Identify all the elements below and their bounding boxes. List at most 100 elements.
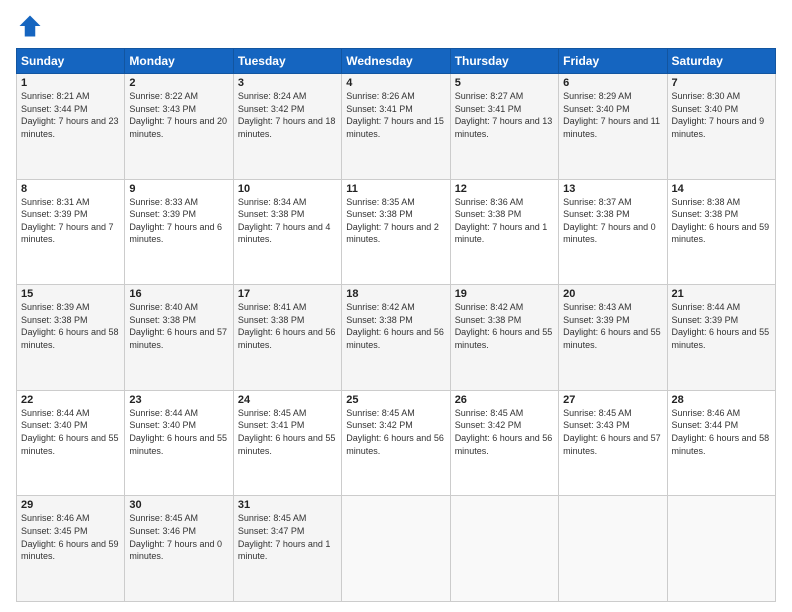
day-number: 11 bbox=[346, 183, 445, 195]
day-info: Sunrise: 8:22 AMSunset: 3:43 PMDaylight:… bbox=[129, 90, 228, 140]
day-number: 23 bbox=[129, 394, 228, 406]
day-info: Sunrise: 8:39 AMSunset: 3:38 PMDaylight:… bbox=[21, 301, 120, 351]
day-number: 13 bbox=[563, 183, 662, 195]
day-info: Sunrise: 8:45 AMSunset: 3:42 PMDaylight:… bbox=[346, 407, 445, 457]
week-row-2: 8Sunrise: 8:31 AMSunset: 3:39 PMDaylight… bbox=[17, 179, 776, 285]
day-number: 16 bbox=[129, 288, 228, 300]
day-number: 26 bbox=[455, 394, 554, 406]
day-header-monday: Monday bbox=[125, 49, 233, 74]
day-info: Sunrise: 8:45 AMSunset: 3:43 PMDaylight:… bbox=[563, 407, 662, 457]
day-info: Sunrise: 8:37 AMSunset: 3:38 PMDaylight:… bbox=[563, 196, 662, 246]
day-info: Sunrise: 8:21 AMSunset: 3:44 PMDaylight:… bbox=[21, 90, 120, 140]
day-number: 22 bbox=[21, 394, 120, 406]
day-cell: 4Sunrise: 8:26 AMSunset: 3:41 PMDaylight… bbox=[342, 74, 450, 180]
day-number: 27 bbox=[563, 394, 662, 406]
day-cell: 28Sunrise: 8:46 AMSunset: 3:44 PMDayligh… bbox=[667, 390, 775, 496]
day-info: Sunrise: 8:45 AMSunset: 3:46 PMDaylight:… bbox=[129, 512, 228, 562]
day-number: 12 bbox=[455, 183, 554, 195]
day-info: Sunrise: 8:45 AMSunset: 3:41 PMDaylight:… bbox=[238, 407, 337, 457]
day-number: 17 bbox=[238, 288, 337, 300]
day-cell: 31Sunrise: 8:45 AMSunset: 3:47 PMDayligh… bbox=[233, 496, 341, 602]
day-header-saturday: Saturday bbox=[667, 49, 775, 74]
day-cell: 18Sunrise: 8:42 AMSunset: 3:38 PMDayligh… bbox=[342, 285, 450, 391]
day-cell: 26Sunrise: 8:45 AMSunset: 3:42 PMDayligh… bbox=[450, 390, 558, 496]
day-number: 24 bbox=[238, 394, 337, 406]
day-cell: 25Sunrise: 8:45 AMSunset: 3:42 PMDayligh… bbox=[342, 390, 450, 496]
day-info: Sunrise: 8:40 AMSunset: 3:38 PMDaylight:… bbox=[129, 301, 228, 351]
day-info: Sunrise: 8:46 AMSunset: 3:45 PMDaylight:… bbox=[21, 512, 120, 562]
day-info: Sunrise: 8:44 AMSunset: 3:39 PMDaylight:… bbox=[672, 301, 771, 351]
day-cell: 8Sunrise: 8:31 AMSunset: 3:39 PMDaylight… bbox=[17, 179, 125, 285]
calendar-table: SundayMondayTuesdayWednesdayThursdayFrid… bbox=[16, 48, 776, 602]
day-header-tuesday: Tuesday bbox=[233, 49, 341, 74]
day-cell: 10Sunrise: 8:34 AMSunset: 3:38 PMDayligh… bbox=[233, 179, 341, 285]
day-number: 21 bbox=[672, 288, 771, 300]
day-number: 9 bbox=[129, 183, 228, 195]
day-cell: 7Sunrise: 8:30 AMSunset: 3:40 PMDaylight… bbox=[667, 74, 775, 180]
day-info: Sunrise: 8:46 AMSunset: 3:44 PMDaylight:… bbox=[672, 407, 771, 457]
day-info: Sunrise: 8:34 AMSunset: 3:38 PMDaylight:… bbox=[238, 196, 337, 246]
day-number: 18 bbox=[346, 288, 445, 300]
logo bbox=[16, 12, 48, 40]
calendar-header-row: SundayMondayTuesdayWednesdayThursdayFrid… bbox=[17, 49, 776, 74]
day-cell: 19Sunrise: 8:42 AMSunset: 3:38 PMDayligh… bbox=[450, 285, 558, 391]
day-cell: 23Sunrise: 8:44 AMSunset: 3:40 PMDayligh… bbox=[125, 390, 233, 496]
day-number: 20 bbox=[563, 288, 662, 300]
page: SundayMondayTuesdayWednesdayThursdayFrid… bbox=[0, 0, 792, 612]
day-cell: 27Sunrise: 8:45 AMSunset: 3:43 PMDayligh… bbox=[559, 390, 667, 496]
day-info: Sunrise: 8:44 AMSunset: 3:40 PMDaylight:… bbox=[21, 407, 120, 457]
day-cell: 9Sunrise: 8:33 AMSunset: 3:39 PMDaylight… bbox=[125, 179, 233, 285]
day-cell bbox=[342, 496, 450, 602]
day-info: Sunrise: 8:43 AMSunset: 3:39 PMDaylight:… bbox=[563, 301, 662, 351]
day-cell: 21Sunrise: 8:44 AMSunset: 3:39 PMDayligh… bbox=[667, 285, 775, 391]
logo-icon bbox=[16, 12, 44, 40]
day-number: 8 bbox=[21, 183, 120, 195]
day-cell: 22Sunrise: 8:44 AMSunset: 3:40 PMDayligh… bbox=[17, 390, 125, 496]
day-info: Sunrise: 8:41 AMSunset: 3:38 PMDaylight:… bbox=[238, 301, 337, 351]
day-cell: 13Sunrise: 8:37 AMSunset: 3:38 PMDayligh… bbox=[559, 179, 667, 285]
day-number: 29 bbox=[21, 499, 120, 511]
week-row-5: 29Sunrise: 8:46 AMSunset: 3:45 PMDayligh… bbox=[17, 496, 776, 602]
week-row-3: 15Sunrise: 8:39 AMSunset: 3:38 PMDayligh… bbox=[17, 285, 776, 391]
day-number: 31 bbox=[238, 499, 337, 511]
day-info: Sunrise: 8:44 AMSunset: 3:40 PMDaylight:… bbox=[129, 407, 228, 457]
day-number: 5 bbox=[455, 77, 554, 89]
day-cell: 15Sunrise: 8:39 AMSunset: 3:38 PMDayligh… bbox=[17, 285, 125, 391]
day-cell: 2Sunrise: 8:22 AMSunset: 3:43 PMDaylight… bbox=[125, 74, 233, 180]
day-cell bbox=[559, 496, 667, 602]
day-cell: 14Sunrise: 8:38 AMSunset: 3:38 PMDayligh… bbox=[667, 179, 775, 285]
day-number: 19 bbox=[455, 288, 554, 300]
day-cell: 6Sunrise: 8:29 AMSunset: 3:40 PMDaylight… bbox=[559, 74, 667, 180]
day-number: 14 bbox=[672, 183, 771, 195]
day-cell: 11Sunrise: 8:35 AMSunset: 3:38 PMDayligh… bbox=[342, 179, 450, 285]
day-cell bbox=[667, 496, 775, 602]
day-cell bbox=[450, 496, 558, 602]
day-number: 4 bbox=[346, 77, 445, 89]
day-info: Sunrise: 8:42 AMSunset: 3:38 PMDaylight:… bbox=[455, 301, 554, 351]
header bbox=[16, 12, 776, 40]
day-header-sunday: Sunday bbox=[17, 49, 125, 74]
day-number: 6 bbox=[563, 77, 662, 89]
day-info: Sunrise: 8:35 AMSunset: 3:38 PMDaylight:… bbox=[346, 196, 445, 246]
day-cell: 17Sunrise: 8:41 AMSunset: 3:38 PMDayligh… bbox=[233, 285, 341, 391]
day-cell: 20Sunrise: 8:43 AMSunset: 3:39 PMDayligh… bbox=[559, 285, 667, 391]
day-info: Sunrise: 8:26 AMSunset: 3:41 PMDaylight:… bbox=[346, 90, 445, 140]
day-info: Sunrise: 8:33 AMSunset: 3:39 PMDaylight:… bbox=[129, 196, 228, 246]
day-number: 2 bbox=[129, 77, 228, 89]
week-row-4: 22Sunrise: 8:44 AMSunset: 3:40 PMDayligh… bbox=[17, 390, 776, 496]
day-cell: 29Sunrise: 8:46 AMSunset: 3:45 PMDayligh… bbox=[17, 496, 125, 602]
day-info: Sunrise: 8:45 AMSunset: 3:47 PMDaylight:… bbox=[238, 512, 337, 562]
day-number: 3 bbox=[238, 77, 337, 89]
day-info: Sunrise: 8:27 AMSunset: 3:41 PMDaylight:… bbox=[455, 90, 554, 140]
day-number: 30 bbox=[129, 499, 228, 511]
day-cell: 30Sunrise: 8:45 AMSunset: 3:46 PMDayligh… bbox=[125, 496, 233, 602]
day-cell: 3Sunrise: 8:24 AMSunset: 3:42 PMDaylight… bbox=[233, 74, 341, 180]
day-info: Sunrise: 8:29 AMSunset: 3:40 PMDaylight:… bbox=[563, 90, 662, 140]
day-number: 10 bbox=[238, 183, 337, 195]
day-header-thursday: Thursday bbox=[450, 49, 558, 74]
week-row-1: 1Sunrise: 8:21 AMSunset: 3:44 PMDaylight… bbox=[17, 74, 776, 180]
day-info: Sunrise: 8:45 AMSunset: 3:42 PMDaylight:… bbox=[455, 407, 554, 457]
day-info: Sunrise: 8:42 AMSunset: 3:38 PMDaylight:… bbox=[346, 301, 445, 351]
day-cell: 1Sunrise: 8:21 AMSunset: 3:44 PMDaylight… bbox=[17, 74, 125, 180]
day-header-friday: Friday bbox=[559, 49, 667, 74]
